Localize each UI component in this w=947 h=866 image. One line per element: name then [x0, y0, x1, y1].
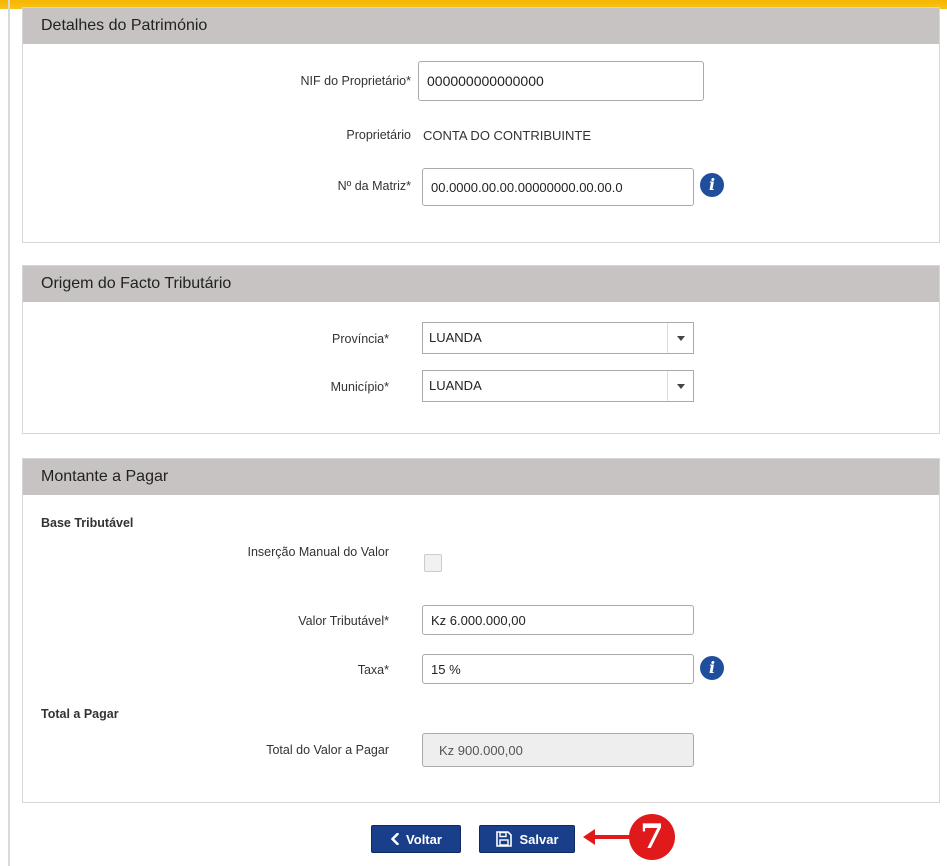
manual-checkbox[interactable]: [424, 554, 442, 572]
panel-origem-facto-tributario: Origem do Facto Tributário Província* LU…: [22, 265, 940, 434]
info-icon[interactable]: i: [700, 173, 724, 197]
provincia-select[interactable]: LUANDA: [422, 322, 694, 354]
valor-tributavel-input[interactable]: [422, 605, 694, 635]
chevron-left-icon: [391, 833, 399, 845]
total-valor-field: [422, 733, 694, 767]
total-valor-label: Total do Valor a Pagar: [266, 743, 389, 757]
salvar-button-label: Salvar: [519, 831, 559, 847]
provincia-select-value: LUANDA: [429, 330, 482, 345]
provincia-label: Província*: [332, 332, 389, 346]
info-icon[interactable]: i: [700, 656, 724, 680]
voltar-button[interactable]: Voltar: [371, 825, 461, 853]
panel-header: Detalhes do Património: [23, 8, 939, 44]
salvar-button[interactable]: Salvar: [479, 825, 575, 853]
matriz-input[interactable]: [422, 168, 694, 206]
voltar-button-label: Voltar: [406, 831, 442, 847]
floppy-disk-icon: [496, 831, 513, 847]
nif-label: NIF do Proprietário*: [300, 74, 411, 88]
panel-header: Origem do Facto Tributário: [23, 266, 939, 302]
panel-header: Montante a Pagar: [23, 459, 939, 495]
total-a-pagar-title: Total a Pagar: [41, 707, 119, 721]
panel-detalhes-patrimonio: Detalhes do Património NIF do Proprietár…: [22, 7, 940, 243]
taxa-input[interactable]: [422, 654, 694, 684]
valor-tributavel-label: Valor Tributável*: [298, 614, 389, 628]
left-border-line: [8, 0, 10, 866]
base-tributavel-title: Base Tributável: [41, 516, 134, 530]
municipio-select[interactable]: LUANDA: [422, 370, 694, 402]
municipio-select-value: LUANDA: [429, 378, 482, 393]
proprietario-label: Proprietário: [346, 128, 411, 142]
matriz-label: Nº da Matriz*: [337, 179, 411, 193]
caret-down-icon: [667, 371, 693, 401]
step-marker-badge: 7: [629, 814, 675, 860]
proprietario-value: CONTA DO CONTRIBUINTE: [423, 128, 592, 143]
caret-down-icon: [667, 323, 693, 353]
taxa-label: Taxa*: [357, 663, 389, 677]
municipio-label: Município*: [330, 380, 389, 394]
annotation-arrow-line: [592, 835, 632, 839]
annotation-arrow-head: [583, 829, 595, 845]
nif-input[interactable]: [418, 61, 704, 101]
panel-montante-a-pagar: Montante a Pagar Base Tributável Inserçã…: [22, 458, 940, 803]
manual-label: Inserção Manual do Valor: [247, 545, 389, 559]
